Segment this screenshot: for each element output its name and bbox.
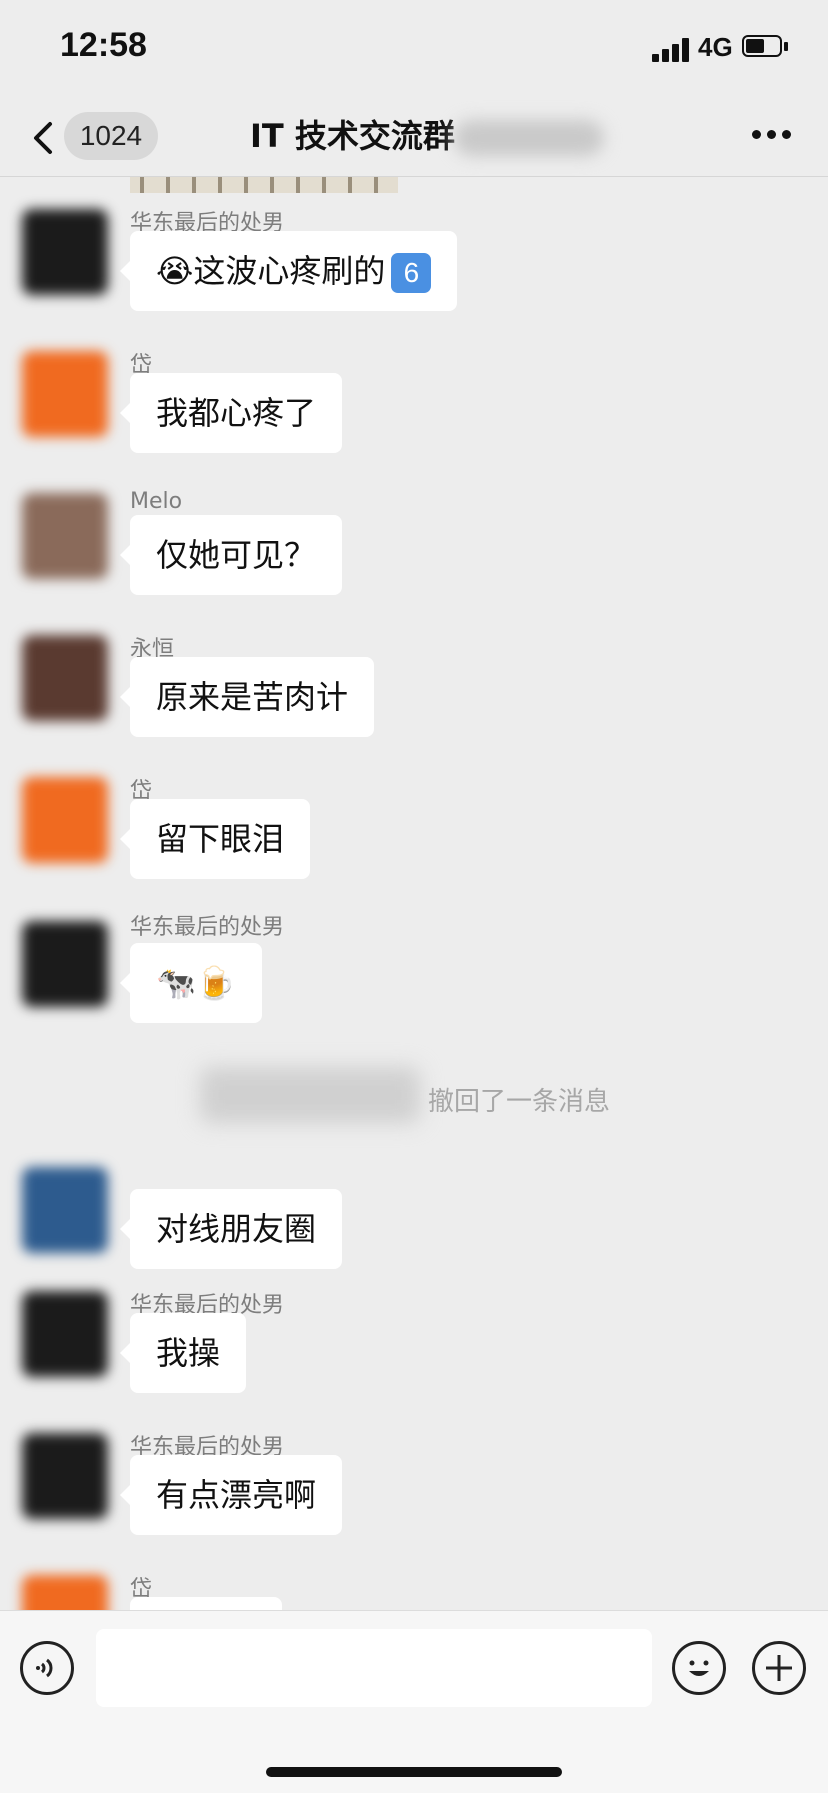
status-time: 12:58 [60,26,147,64]
message-text: 留下眼泪 [156,820,285,858]
redacted-name [200,1067,420,1123]
message-bubble[interactable]: 仅她可见？ [119,515,343,595]
avatar[interactable] [22,209,108,295]
page-title: IT 技术交流群 [250,117,455,155]
nav-bar: 1024 IT 技术交流群 [0,100,828,177]
more-dots-icon[interactable] [752,130,792,142]
message-bubble[interactable]: 😭这波心疼刷的 6 [119,231,458,311]
message-bubble[interactable]: 有点漂亮啊 [119,1455,343,1535]
message-text: 对线朋友圈 [156,1210,317,1248]
battery-icon [742,35,790,61]
message-text: 有点漂亮啊 [156,1476,317,1514]
image-message-partial[interactable] [130,177,398,193]
message-text: 🐄🍺 [156,964,236,1002]
message-text: 😭这波心疼刷的 [156,252,386,290]
message-bubble[interactable]: 留下眼泪 [119,799,311,879]
avatar[interactable] [22,777,108,863]
number-six-emoji: 6 [391,253,432,293]
redacted-title-suffix [454,120,604,156]
avatar[interactable] [22,351,108,437]
message-bubble[interactable]: 我都心疼了 [119,373,343,453]
sender-name: Melo [130,489,183,514]
home-indicator[interactable] [266,1767,562,1777]
avatar[interactable] [22,635,108,721]
chevron-left-icon[interactable] [28,114,60,162]
recall-notice-text: 撤回了一条消息 [428,1087,611,1117]
avatar[interactable] [22,1291,108,1377]
input-bar [0,1610,828,1793]
message-bubble[interactable]: 我操 [119,1313,247,1393]
avatar[interactable] [22,1167,108,1253]
voice-icon[interactable] [20,1641,74,1695]
message-text: 原来是苦肉计 [156,678,349,716]
message-input[interactable] [96,1629,652,1707]
message-text: 我都心疼了 [156,394,317,432]
avatar[interactable] [22,1575,108,1610]
sender-name: 华东最后的处男 [130,915,285,940]
avatar[interactable] [22,1433,108,1519]
status-bar: 12:58 4G [0,0,828,100]
network-type: 4G [698,32,733,62]
message-text: 我操 [156,1334,221,1372]
message-bubble[interactable]: 🐄🍺 [120,943,262,1023]
avatar[interactable] [22,493,108,579]
smile-icon[interactable] [672,1641,726,1695]
signal-icon [652,38,696,62]
unread-count-badge[interactable]: 1024 [64,112,158,160]
plus-icon[interactable] [752,1641,806,1695]
message-bubble[interactable] [130,1597,282,1610]
avatar[interactable] [22,921,108,1007]
message-bubble[interactable]: 对线朋友圈 [119,1189,343,1269]
message-text: 仅她可见？ [156,536,317,574]
chat-list[interactable]: 华东最后的处男 😭这波心疼刷的 6 岱 我都心疼了 Melo 仅她可见？ 永恒 原… [0,177,828,1610]
message-bubble[interactable]: 原来是苦肉计 [119,657,375,737]
